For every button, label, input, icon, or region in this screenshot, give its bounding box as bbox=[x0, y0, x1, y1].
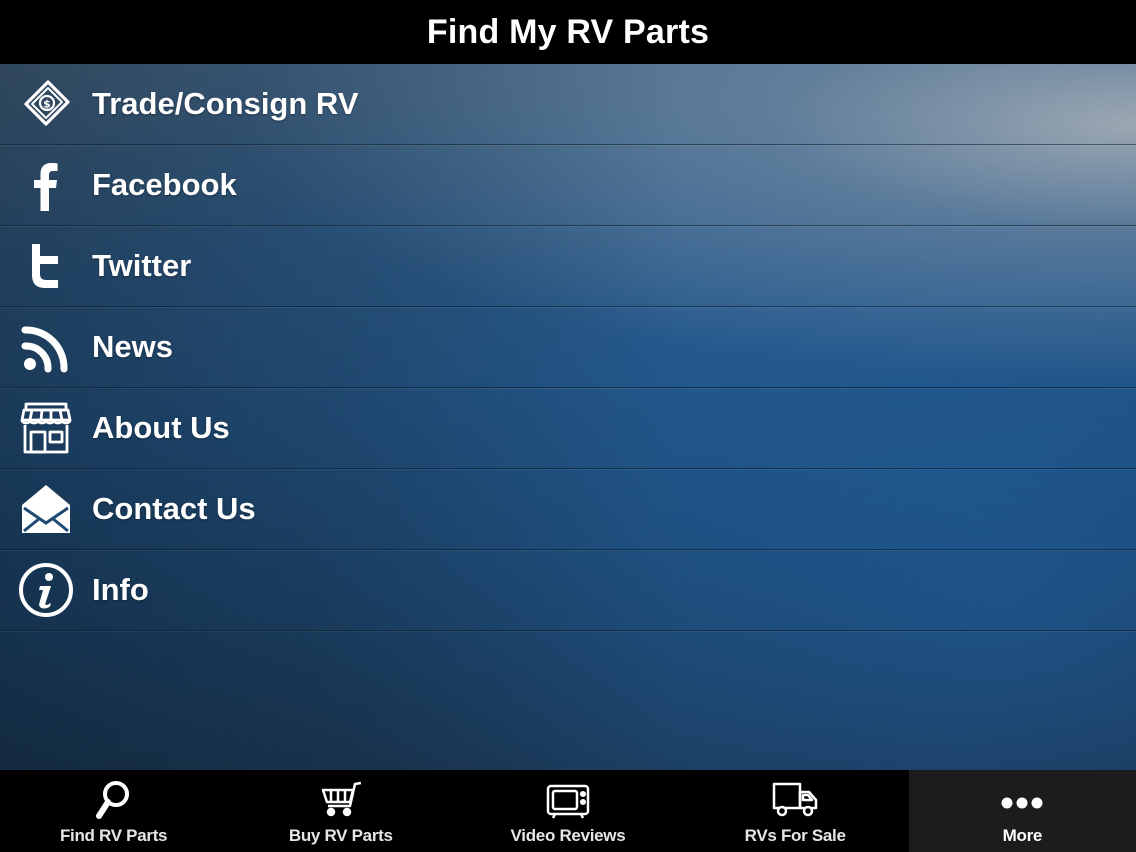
menu-item-label: Twitter bbox=[92, 248, 192, 283]
app-header: Find My RV Parts bbox=[0, 0, 1136, 64]
menu-item-label: Contact Us bbox=[92, 491, 256, 526]
menu-item-label: Facebook bbox=[92, 167, 237, 202]
svg-text:$: $ bbox=[43, 98, 51, 111]
magnifier-icon bbox=[95, 780, 133, 820]
dollar-bill-icon: $ bbox=[18, 76, 74, 132]
tab-label: Find RV Parts bbox=[59, 826, 168, 845]
facebook-icon bbox=[18, 157, 74, 213]
info-icon bbox=[18, 562, 74, 618]
shopping-cart-icon bbox=[319, 780, 363, 820]
menu-item-label: News bbox=[92, 329, 173, 364]
tab-label: Video Reviews bbox=[510, 826, 626, 845]
menu-item-info[interactable]: Info bbox=[0, 550, 1136, 631]
menu-item-about-us[interactable]: About Us bbox=[0, 388, 1136, 469]
menu-item-facebook[interactable]: Facebook bbox=[0, 145, 1136, 226]
rss-icon bbox=[18, 319, 74, 375]
more-menu: $ Trade/Consign RV Facebook Twitter News… bbox=[0, 64, 1136, 631]
page-title: Find My RV Parts bbox=[426, 12, 710, 51]
truck-icon bbox=[771, 780, 819, 820]
tab-label: Buy RV Parts bbox=[288, 826, 393, 845]
main-content: $ Trade/Consign RV Facebook Twitter News… bbox=[0, 64, 1136, 770]
tab-more[interactable]: More bbox=[908, 770, 1136, 852]
menu-item-contact-us[interactable]: Contact Us bbox=[0, 469, 1136, 550]
tab-label: RVs For Sale bbox=[744, 826, 846, 845]
menu-item-news[interactable]: News bbox=[0, 307, 1136, 388]
menu-item-twitter[interactable]: Twitter bbox=[0, 226, 1136, 307]
bottom-tab-bar: Find RV Parts Buy RV Parts Video Reviews… bbox=[0, 770, 1136, 852]
tab-label: More bbox=[1002, 826, 1043, 845]
envelope-icon bbox=[18, 481, 74, 537]
tv-icon bbox=[545, 780, 591, 820]
storefront-icon bbox=[18, 400, 74, 456]
menu-item-label: Trade/Consign RV bbox=[92, 86, 359, 121]
menu-item-label: Info bbox=[92, 572, 149, 607]
tab-video-reviews[interactable]: Video Reviews bbox=[454, 770, 681, 852]
tab-buy-rv-parts[interactable]: Buy RV Parts bbox=[227, 770, 454, 852]
menu-item-trade-consign[interactable]: $ Trade/Consign RV bbox=[0, 64, 1136, 145]
tab-find-rv-parts[interactable]: Find RV Parts bbox=[0, 770, 227, 852]
twitter-icon bbox=[18, 238, 74, 294]
more-dots-icon bbox=[998, 780, 1046, 820]
tab-rvs-for-sale[interactable]: RVs For Sale bbox=[682, 770, 909, 852]
menu-item-label: About Us bbox=[92, 410, 230, 445]
